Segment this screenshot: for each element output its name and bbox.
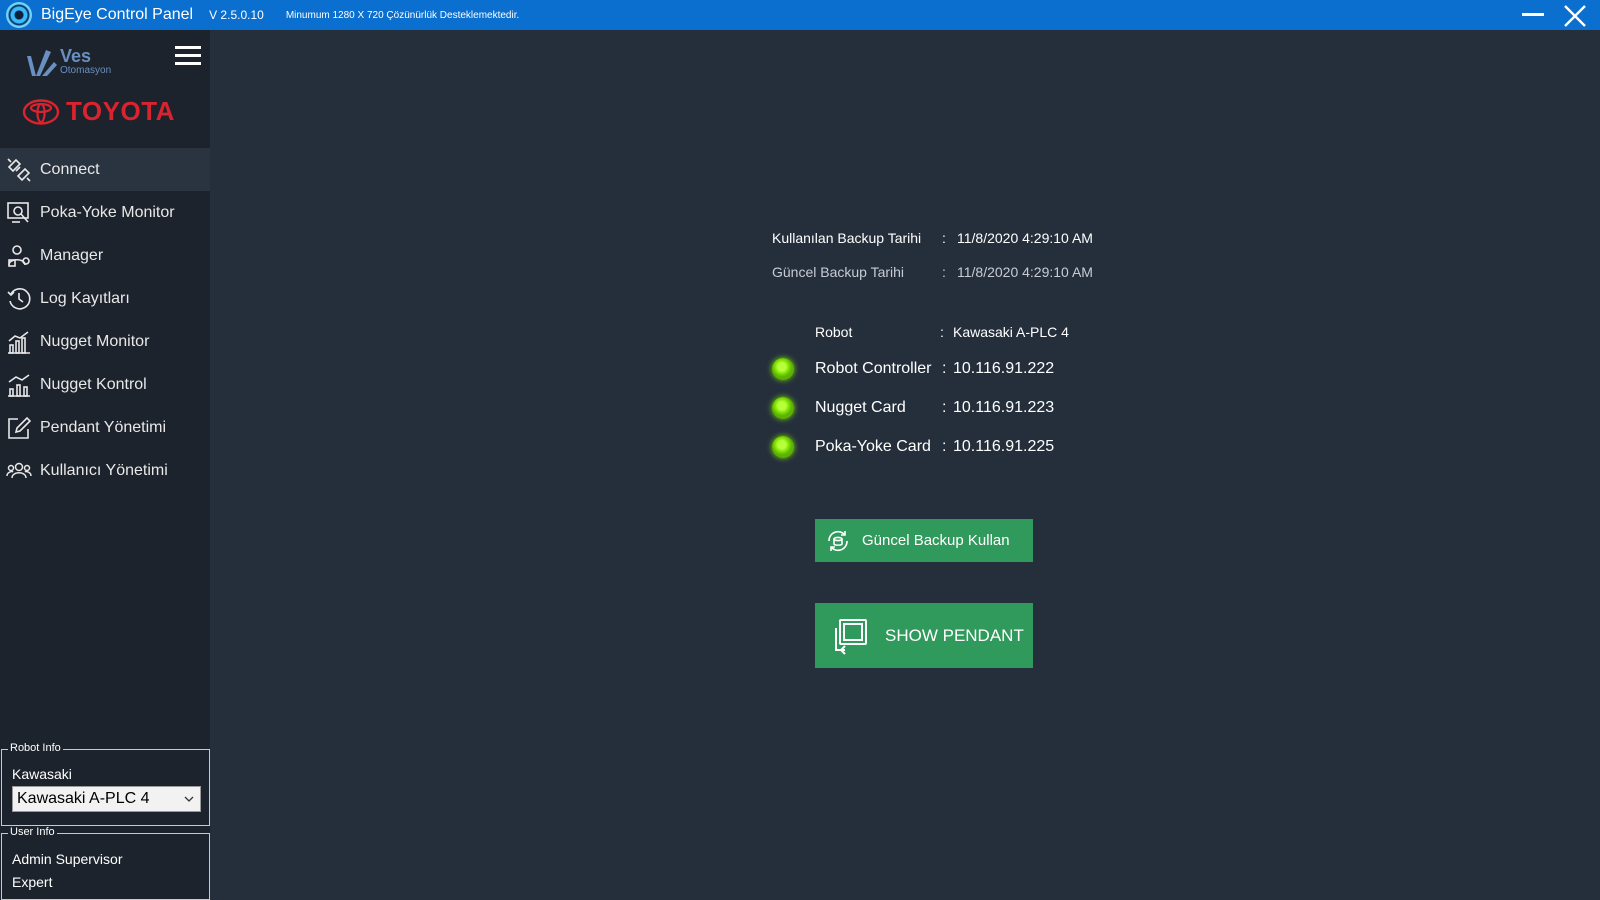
toyota-wordmark: TOYOTA [66, 96, 175, 126]
user-role: Expert [12, 874, 53, 890]
sidebar-item-label: Log Kayıtları [40, 289, 130, 307]
robot-brand-label: Kawasaki [12, 766, 72, 782]
backup-used-value: 11/8/2020 4:29:10 AM [957, 230, 1093, 246]
title-bar: BigEye Control Panel V 2.5.0.10 Minumum … [0, 0, 1600, 30]
sync-database-icon [828, 530, 848, 551]
robot-label: Robot [815, 324, 853, 340]
edit-icon [8, 416, 32, 439]
separator: : [940, 324, 944, 340]
sidebar-item-nugget-kontrol[interactable]: Nugget Kontrol [0, 363, 210, 406]
device-ip: 10.116.91.222 [953, 360, 1055, 377]
user-info-legend: User Info [8, 826, 57, 838]
ves-mark-icon [27, 50, 57, 76]
chevron-down-icon [184, 796, 194, 802]
sidebar-item-nugget-monitor[interactable]: Nugget Monitor [0, 320, 210, 363]
clock-history-icon [7, 287, 31, 310]
chart-control-icon [8, 373, 30, 397]
user-name: Admin Supervisor [12, 851, 123, 867]
sidebar-item-label: Nugget Monitor [40, 332, 150, 350]
separator: : [942, 360, 947, 377]
use-current-backup-button[interactable]: Güncel Backup Kullan [815, 519, 1033, 562]
device-row-poka-yoke-card: Poka-Yoke Card : 10.116.91.225 [772, 434, 1054, 460]
close-icon[interactable] [1563, 4, 1587, 28]
minimize-button[interactable] [1522, 13, 1544, 16]
separator: : [942, 230, 946, 246]
status-led [772, 397, 794, 419]
user-info-group: User Info Admin Supervisor Expert [1, 826, 210, 900]
device-row-robot-controller: Robot Controller : 10.116.91.222 [772, 356, 1054, 382]
device-label: Nugget Card [815, 399, 906, 416]
separator: : [942, 438, 947, 455]
pendant-icon [835, 618, 867, 655]
device-label: Poka-Yoke Card [815, 438, 931, 455]
backup-current-label: Güncel Backup Tarihi [772, 264, 905, 280]
device-ip: 10.116.91.223 [953, 399, 1055, 416]
status-led [772, 358, 794, 380]
sidebar-item-connect[interactable]: Connect [0, 148, 210, 191]
sidebar-item-label: Poka-Yoke Monitor [40, 203, 175, 221]
ves-name: Ves [60, 46, 92, 66]
app-title: BigEye Control Panel [41, 6, 194, 23]
sidebar-item-poka-yoke-monitor[interactable]: Poka-Yoke Monitor [0, 191, 210, 234]
app-logo-icon [6, 2, 32, 28]
device-row-nugget-card: Nugget Card : 10.116.91.223 [772, 395, 1054, 421]
device-label: Robot Controller [815, 360, 932, 377]
sidebar-item-label: Pendant Yönetimi [40, 418, 167, 436]
sidebar-item-log-kayitlari[interactable]: Log Kayıtları [0, 277, 210, 320]
sidebar-item-label: Connect [40, 160, 100, 178]
status-led [772, 436, 794, 458]
hamburger-menu-icon[interactable] [175, 46, 201, 66]
separator: : [942, 399, 947, 416]
robot-select[interactable]: Kawasaki A-PLC 4 [12, 786, 201, 812]
show-pendant-label: SHOW PENDANT [885, 625, 1024, 645]
connect-icon [7, 157, 31, 182]
use-current-backup-label: Güncel Backup Kullan [862, 532, 1010, 549]
robot-value: Kawasaki A-PLC 4 [953, 324, 1069, 340]
backup-used-label: Kullanılan Backup Tarihi [772, 230, 922, 246]
sidebar-item-manager[interactable]: Manager [0, 234, 210, 277]
bar-chart-icon [8, 330, 30, 354]
resolution-note: Minumum 1280 X 720 Çözünürlük Destekleme… [285, 9, 520, 21]
device-ip: 10.116.91.225 [953, 438, 1055, 455]
toyota-emblem-icon [22, 98, 60, 125]
robot-info-group: Robot Info Kawasaki Kawasaki A-PLC 4 [1, 742, 210, 826]
robot-info-legend: Robot Info [8, 742, 63, 754]
monitor-search-icon [7, 201, 29, 223]
sidebar-item-label: Kullanıcı Yönetimi [40, 461, 168, 479]
toyota-logo: TOYOTA [22, 96, 175, 127]
users-icon [6, 462, 32, 478]
show-pendant-button[interactable]: SHOW PENDANT [815, 603, 1033, 668]
sidebar-item-label: Nugget Kontrol [40, 375, 147, 393]
ves-sub: Otomasyon [60, 65, 112, 76]
manager-icon [8, 244, 30, 267]
robot-select-value: Kawasaki A-PLC 4 [17, 790, 150, 807]
separator: : [942, 264, 946, 280]
ves-logo: Ves Otomasyon [24, 46, 111, 78]
sidebar-nav: Connect Poka-Yoke Monitor Manager Log Ka… [0, 148, 210, 492]
backup-current-value: 11/8/2020 4:29:10 AM [957, 264, 1093, 280]
sidebar-item-label: Manager [40, 246, 104, 264]
sidebar-item-pendant-yonetimi[interactable]: Pendant Yönetimi [0, 406, 210, 449]
app-version: V 2.5.0.10 [209, 8, 264, 22]
sidebar: Ves Otomasyon TOYOTA Connect Poka-Yoke M… [0, 30, 210, 900]
sidebar-item-kullanici-yonetimi[interactable]: Kullanıcı Yönetimi [0, 449, 210, 492]
